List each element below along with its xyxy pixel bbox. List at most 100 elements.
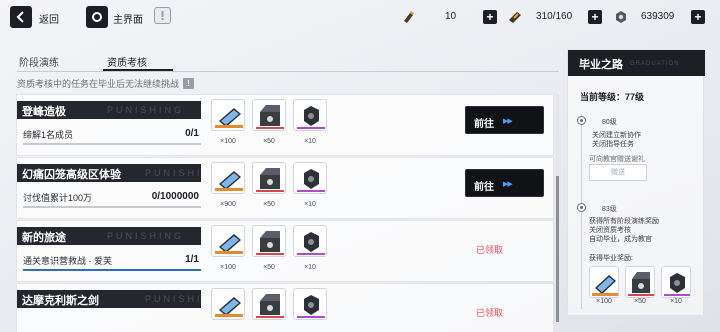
milestone-line: 关闭资质考核 (589, 227, 631, 234)
task-list[interactable]: PUNISHING 登峰造极 缔解1名成员 0/1 ×100 ×50 ×10 前… (16, 94, 554, 332)
warning-icon: ! (183, 78, 195, 89)
milestone-desc: 关闭建立新协作 关闭指导任务 (592, 131, 641, 149)
graduation-reward-item[interactable]: ×50 (625, 266, 655, 305)
progress-bar (23, 269, 201, 271)
graduation-reward-item[interactable]: ×100 (589, 266, 619, 305)
coin-resource: 639309 + (614, 8, 705, 25)
reward-item[interactable]: ×10 (293, 162, 327, 208)
reward-qty: ×50 (263, 201, 275, 208)
gift-note: 可向教官赠送谢礼 (589, 156, 645, 163)
current-level-value: 77级 (625, 92, 645, 102)
milestone-line: 关闭指导任务 (592, 141, 634, 148)
reward-qty: ×50 (263, 264, 275, 271)
ticket-icon (211, 99, 245, 131)
reward-qty: ×10 (304, 201, 316, 208)
reward-qty: ×100 (220, 264, 236, 271)
watermark-text: PUNISHING (107, 105, 185, 115)
claimed-status: 已领取 (476, 308, 504, 318)
reward-qty: ×100 (596, 298, 612, 305)
task-title: 幻痛囚笼高级区体验 (22, 169, 121, 181)
tab-bar: 阶段演练 资质考核 (17, 52, 559, 72)
graduation-reward-item[interactable]: ×10 (661, 266, 691, 305)
current-level: 当前等级：77级 (580, 90, 644, 103)
stamina-resource: 10 + (402, 8, 497, 25)
chip-box-icon (252, 288, 286, 320)
ticket-icon (211, 225, 245, 257)
watermark-text: PUNISHING (145, 294, 201, 304)
graduation-reward-label: 获得毕业奖励: (589, 255, 633, 262)
reward-qty: ×50 (263, 138, 275, 145)
chip-box-icon (252, 225, 286, 257)
graduation-title: 毕业之路 (579, 59, 623, 71)
watermark-text: PUNISHING (145, 168, 201, 178)
add-coin-button[interactable]: + (691, 9, 705, 24)
go-button[interactable]: 前往 ▶▶ (465, 169, 544, 197)
reward-item[interactable]: ×50 (252, 225, 286, 271)
gear-part-icon (661, 266, 691, 298)
stamina-icon (404, 10, 414, 23)
task-desc: 通关意识营救战 · 爱芙 (23, 256, 112, 266)
milestone-line: 获得所有阶段演练奖励 (589, 218, 659, 225)
pass-resource: 310/160 + (508, 8, 602, 25)
active-tab-indicator (103, 69, 173, 71)
claimed-status: 已领取 (476, 245, 504, 255)
go-button[interactable]: 前往 ▶▶ (465, 106, 544, 134)
ticket-icon (589, 266, 619, 298)
ticket-icon (211, 288, 245, 320)
reward-item[interactable]: ×100 (211, 99, 245, 145)
home-button[interactable] (86, 6, 108, 28)
back-button[interactable] (10, 6, 32, 28)
current-level-label: 当前等级： (580, 92, 626, 102)
add-stamina-button[interactable]: + (483, 9, 497, 24)
milestone-level: 80级 (602, 119, 617, 126)
milestone-line: 关闭建立新协作 (592, 132, 641, 139)
double-arrow-icon: ▶▶ (503, 181, 513, 188)
reward-item[interactable] (211, 288, 245, 320)
task-title: 达摩克利斯之剑 (22, 295, 99, 307)
reward-item[interactable]: ×50 (252, 99, 286, 145)
chip-box-icon (625, 266, 655, 298)
go-label: 前往 (474, 182, 494, 193)
home-label[interactable]: 主界面 (113, 11, 143, 26)
reward-item[interactable] (252, 288, 286, 320)
reward-qty: ×10 (670, 298, 682, 305)
gear-part-icon (293, 288, 327, 320)
task-desc: 讨伐值累计100万 (23, 193, 93, 203)
notice-label: 资质考核中的任务在毕业后无法继续挑战 (17, 79, 180, 89)
home-circle-icon (92, 12, 102, 22)
task-title: 新的旅途 (22, 232, 66, 244)
reward-item[interactable]: ×10 (293, 99, 327, 145)
scrollbar[interactable] (556, 94, 559, 332)
reward-qty: ×100 (220, 138, 236, 145)
tab-stage-drill[interactable]: 阶段演练 (19, 54, 59, 69)
progress-bar (23, 143, 201, 145)
add-pass-button[interactable]: + (588, 9, 602, 24)
task-title: 登峰造极 (22, 106, 66, 118)
back-label[interactable]: 返回 (39, 11, 59, 26)
reward-qty: ×50 (634, 298, 646, 305)
reward-item[interactable] (293, 288, 327, 320)
pass-value: 310/160 (536, 11, 573, 22)
gift-button[interactable]: 赠送 (589, 164, 647, 181)
gear-part-icon (293, 162, 327, 194)
chevron-left-icon (16, 11, 24, 23)
tab-qualification[interactable]: 资质考核 (107, 54, 147, 69)
progress-bar (23, 206, 201, 208)
chip-box-icon (252, 162, 286, 194)
task-progress: 0/1 (185, 128, 199, 139)
reward-item[interactable]: ×50 (252, 162, 286, 208)
reward-item[interactable]: ×100 (211, 225, 245, 271)
scrollbar-thumb[interactable] (556, 176, 559, 322)
reward-item[interactable]: ×900 (211, 162, 245, 208)
reward-item[interactable]: ×10 (293, 225, 327, 271)
task-progress: 1/1 (185, 254, 199, 265)
task-progress: 0/1000000 (151, 191, 199, 202)
milestone-line: 自动毕业，成为教官 (589, 236, 652, 243)
task-card: PUNISHING 达摩克利斯之剑 已领取 (16, 283, 554, 332)
ticket-icon (211, 162, 245, 194)
go-label: 前往 (474, 119, 494, 130)
info-button[interactable] (154, 7, 171, 24)
graduation-panel: 毕业之路 GRADUATION 当前等级：77级 80级 关闭建立新协作 关闭指… (567, 49, 705, 316)
milestone-node (577, 116, 586, 125)
task-title-band: PUNISHING 新的旅途 (17, 227, 201, 245)
